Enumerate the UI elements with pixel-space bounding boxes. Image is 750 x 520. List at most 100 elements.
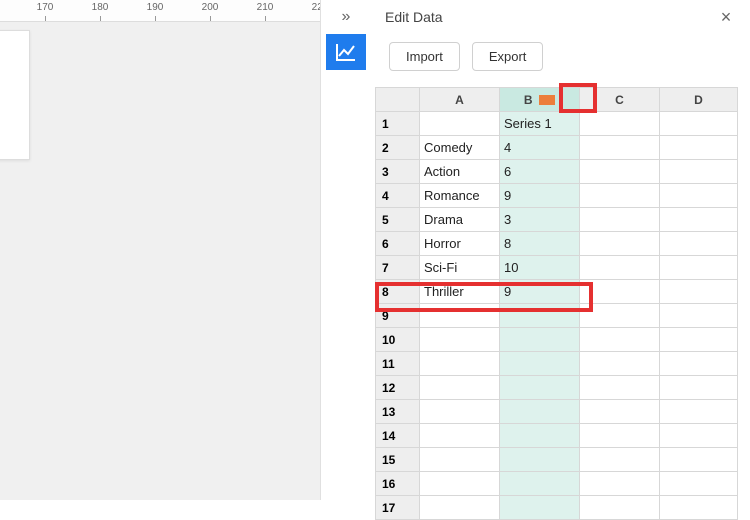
cell[interactable]	[420, 424, 500, 448]
cell[interactable]	[420, 376, 500, 400]
row-header[interactable]: 1	[376, 112, 420, 136]
cell[interactable]	[500, 328, 580, 352]
grid-corner[interactable]	[376, 88, 420, 112]
row-header[interactable]: 2	[376, 136, 420, 160]
cell[interactable]: 4	[500, 136, 580, 160]
row-header[interactable]: 8	[376, 280, 420, 304]
cell[interactable]: Sci-Fi	[420, 256, 500, 280]
cell[interactable]: Thriller	[420, 280, 500, 304]
cell[interactable]: Series 1	[500, 112, 580, 136]
cell[interactable]	[420, 112, 500, 136]
cell[interactable]	[580, 376, 660, 400]
cell[interactable]: Romance	[420, 184, 500, 208]
row-header[interactable]: 15	[376, 448, 420, 472]
cell[interactable]	[500, 352, 580, 376]
cell[interactable]	[660, 208, 738, 232]
cell[interactable]	[660, 136, 738, 160]
row-header[interactable]: 4	[376, 184, 420, 208]
chart-tool-button[interactable]	[326, 34, 366, 70]
row-header[interactable]: 3	[376, 160, 420, 184]
cell[interactable]	[580, 424, 660, 448]
cell[interactable]	[420, 400, 500, 424]
cell[interactable]	[420, 352, 500, 376]
cell[interactable]	[420, 304, 500, 328]
row-header[interactable]: 17	[376, 496, 420, 520]
cell[interactable]: 6	[500, 160, 580, 184]
collapse-panel-button[interactable]: »	[321, 0, 371, 34]
cell[interactable]: Drama	[420, 208, 500, 232]
cell[interactable]	[580, 400, 660, 424]
col-header-a[interactable]: A	[420, 88, 500, 112]
col-header-d[interactable]: D	[660, 88, 738, 112]
cell[interactable]	[500, 424, 580, 448]
cell[interactable]	[420, 328, 500, 352]
cell[interactable]	[580, 232, 660, 256]
cell[interactable]	[500, 496, 580, 520]
cell[interactable]	[660, 160, 738, 184]
import-button[interactable]: Import	[389, 42, 460, 71]
cell[interactable]	[420, 496, 500, 520]
cell[interactable]	[580, 472, 660, 496]
series-color-swatch	[539, 95, 555, 105]
cell[interactable]	[580, 448, 660, 472]
cell[interactable]	[660, 472, 738, 496]
cell[interactable]	[660, 376, 738, 400]
cell[interactable]: Comedy	[420, 136, 500, 160]
cell[interactable]	[580, 160, 660, 184]
cell[interactable]	[580, 352, 660, 376]
cell[interactable]	[580, 136, 660, 160]
export-button[interactable]: Export	[472, 42, 544, 71]
ruler-tick-label: 170	[37, 2, 54, 13]
cell[interactable]	[660, 352, 738, 376]
row-header[interactable]: 13	[376, 400, 420, 424]
cell[interactable]	[580, 304, 660, 328]
cell[interactable]	[500, 376, 580, 400]
cell[interactable]	[420, 472, 500, 496]
cell[interactable]	[580, 208, 660, 232]
cell[interactable]	[660, 400, 738, 424]
cell[interactable]	[420, 448, 500, 472]
cell[interactable]: 9	[500, 280, 580, 304]
row-header[interactable]: 9	[376, 304, 420, 328]
cell[interactable]: 3	[500, 208, 580, 232]
cell[interactable]	[580, 280, 660, 304]
canvas-area[interactable]: 170 180 190 200 210 220	[0, 0, 320, 500]
cell[interactable]	[660, 112, 738, 136]
row-header[interactable]: 5	[376, 208, 420, 232]
cell[interactable]	[660, 424, 738, 448]
cell[interactable]	[660, 184, 738, 208]
cell[interactable]: 10	[500, 256, 580, 280]
row-header[interactable]: 16	[376, 472, 420, 496]
cell[interactable]	[580, 328, 660, 352]
col-header-b[interactable]: B	[500, 88, 580, 112]
cell[interactable]: 9	[500, 184, 580, 208]
row-header[interactable]: 7	[376, 256, 420, 280]
row-header[interactable]: 12	[376, 376, 420, 400]
cell[interactable]	[660, 280, 738, 304]
cell[interactable]	[660, 448, 738, 472]
cell[interactable]	[660, 496, 738, 520]
cell[interactable]: 8	[500, 232, 580, 256]
cell[interactable]	[580, 184, 660, 208]
cell[interactable]	[660, 304, 738, 328]
row-header[interactable]: 6	[376, 232, 420, 256]
cell[interactable]	[500, 472, 580, 496]
row-header[interactable]: 11	[376, 352, 420, 376]
col-header-c[interactable]: C	[580, 88, 660, 112]
cell[interactable]	[580, 496, 660, 520]
cell[interactable]	[580, 112, 660, 136]
cell[interactable]: Action	[420, 160, 500, 184]
cell[interactable]	[500, 304, 580, 328]
row-header[interactable]: 10	[376, 328, 420, 352]
row-header[interactable]: 14	[376, 424, 420, 448]
canvas-page[interactable]	[0, 30, 30, 160]
cell[interactable]: Horror	[420, 232, 500, 256]
cell[interactable]	[580, 256, 660, 280]
cell[interactable]	[500, 448, 580, 472]
cell[interactable]	[660, 232, 738, 256]
data-grid[interactable]: A B C D 1Series 12Comedy43Action64Romanc…	[375, 87, 738, 520]
cell[interactable]	[660, 256, 738, 280]
close-panel-button[interactable]: ×	[716, 7, 736, 28]
cell[interactable]	[660, 328, 738, 352]
cell[interactable]	[500, 400, 580, 424]
